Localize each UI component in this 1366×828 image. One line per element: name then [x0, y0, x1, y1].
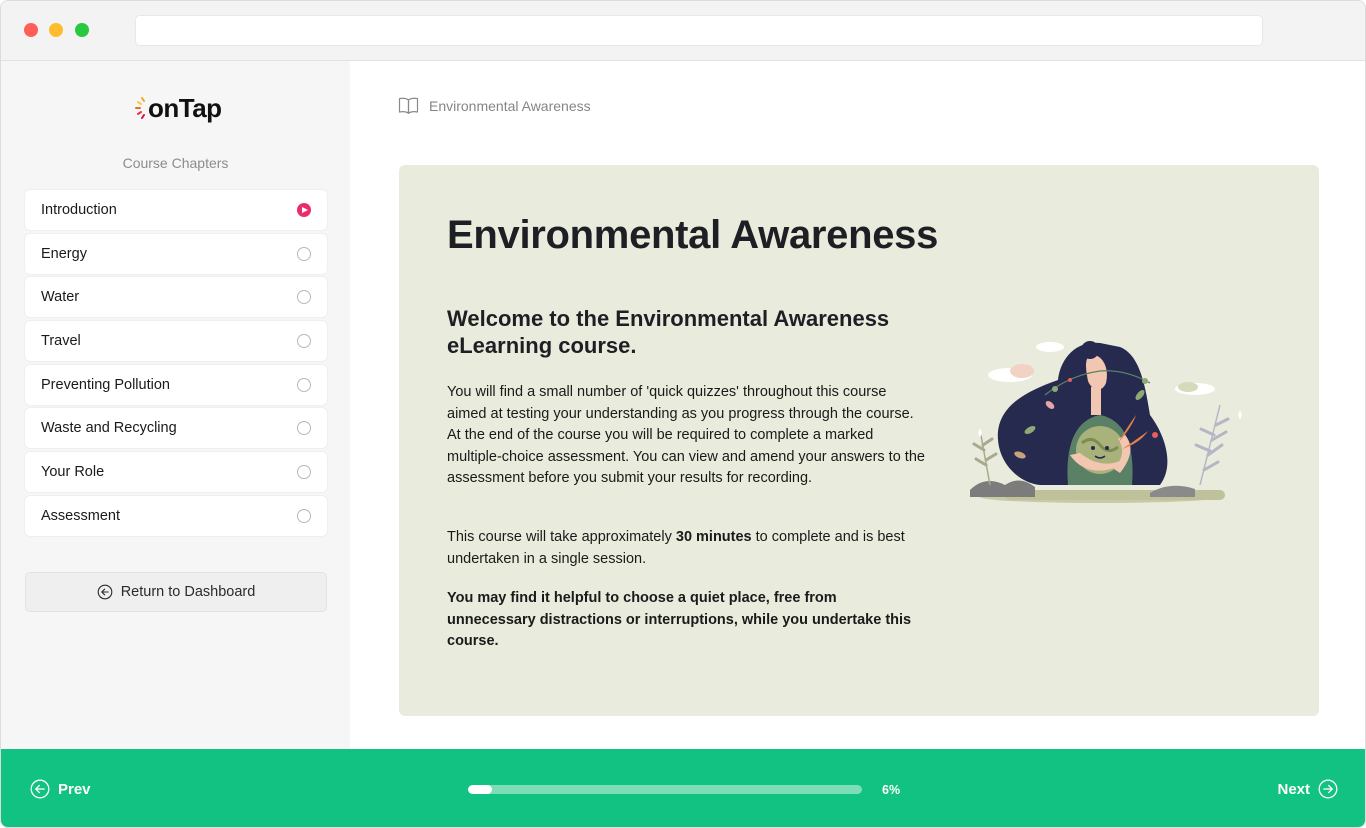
chapter-item-travel[interactable]: Travel [25, 321, 327, 362]
chapter-label: Water [41, 289, 80, 306]
course-progress-bar [468, 785, 862, 794]
chapter-item-introduction[interactable]: Introduction [25, 190, 327, 230]
incomplete-status-icon [297, 246, 311, 261]
chapter-label: Assessment [41, 507, 120, 524]
breadcrumb: Environmental Awareness [398, 97, 591, 114]
chapter-label: Waste and Recycling [41, 420, 177, 437]
chapter-label: Preventing Pollution [41, 376, 170, 393]
course-chapters-heading: Course Chapters [122, 155, 229, 171]
chapter-item-preventing-pollution[interactable]: Preventing Pollution [25, 364, 327, 405]
arrow-left-circle-icon [97, 584, 113, 600]
duration-text: This course will take approximately [447, 529, 676, 545]
logo-sunburst-icon [135, 97, 145, 119]
duration-highlight: 30 minutes [675, 529, 752, 545]
chapter-label: Travel [41, 333, 81, 350]
intro-paragraph: You will find a small number of 'quick q… [447, 384, 925, 487]
chapter-item-energy[interactable]: Energy [25, 233, 327, 274]
sidebar: onTap Course Chapters Introduction Energ… [1, 61, 350, 749]
incomplete-status-icon [297, 465, 311, 480]
chapter-item-waste-and-recycling[interactable]: Waste and Recycling [25, 408, 327, 449]
book-icon [398, 97, 419, 114]
chapter-label: Introduction [41, 202, 117, 218]
chapter-item-your-role[interactable]: Your Role [25, 452, 327, 493]
main-content: Environmental Awareness Environmental Aw… [350, 61, 1365, 749]
advice-paragraph: You may find it helpful to choose a quie… [447, 590, 912, 650]
welcome-heading: Welcome to the Environmental Awareness e… [447, 306, 890, 358]
chapter-label: Energy [41, 245, 87, 262]
ontap-logo[interactable]: onTap [135, 91, 222, 125]
return-to-dashboard-button[interactable]: Return to Dashboard [25, 572, 327, 612]
return-to-dashboard-label: Return to Dashboard [120, 584, 256, 600]
incomplete-status-icon [297, 421, 311, 436]
progress-percent-label: 6% [882, 783, 901, 797]
incomplete-status-icon [297, 334, 311, 349]
play-status-icon [297, 203, 311, 217]
incomplete-status-icon [297, 377, 311, 392]
introduction-card: Environmental Awareness Welcome to the E… [399, 165, 1319, 716]
title-bar [1, 1, 1365, 61]
page-title: Environmental Awareness [447, 213, 939, 257]
arrow-left-circle-icon [30, 779, 50, 799]
arrow-right-circle-icon [1318, 779, 1338, 799]
breadcrumb-label: Environmental Awareness [429, 97, 591, 114]
chapter-item-water[interactable]: Water [25, 277, 327, 318]
progress-fill [468, 785, 492, 794]
maximize-window-button[interactable] [75, 23, 89, 37]
logo-text: onTap [148, 92, 222, 123]
woman-hugging-earth-illustration [970, 341, 1242, 503]
browser-window: onTap Course Chapters Introduction Energ… [0, 0, 1366, 828]
address-bar[interactable] [135, 15, 1263, 46]
duration-paragraph: This course will take approximately 30 m… [447, 527, 927, 570]
incomplete-status-icon [297, 290, 311, 305]
next-button[interactable]: Next [1277, 779, 1338, 799]
chapter-list: Introduction Energy Water Travel Prevent… [25, 190, 327, 540]
incomplete-status-icon [297, 508, 311, 523]
chapter-label: Your Role [41, 464, 105, 481]
close-window-button[interactable] [24, 23, 38, 37]
chapter-item-assessment[interactable]: Assessment [25, 495, 327, 536]
bottom-navigation-bar: Prev 6% Next [1, 749, 1365, 827]
prev-label: Prev [58, 780, 91, 798]
next-label: Next [1277, 780, 1310, 798]
minimize-window-button[interactable] [49, 23, 63, 37]
prev-button[interactable]: Prev [30, 779, 91, 799]
